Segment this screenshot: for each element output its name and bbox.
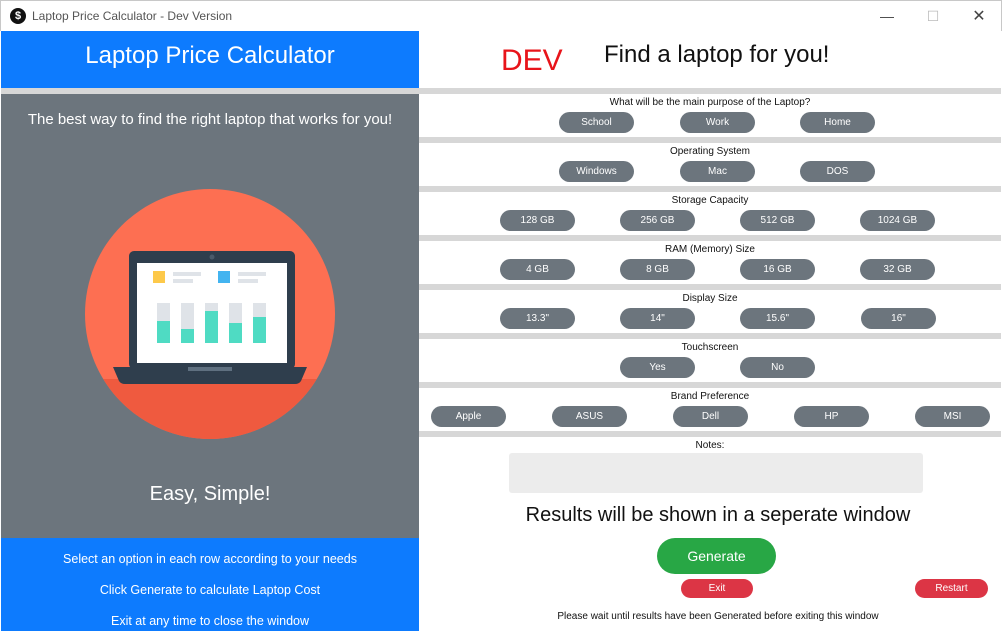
ram-16-button[interactable]: 16 GB [740,259,815,280]
laptop-with-chart-icon [85,189,335,444]
brand-hp-button[interactable]: HP [794,406,869,427]
maximize-button[interactable]: ☐ [910,1,956,31]
brand-apple-button[interactable]: Apple [431,406,506,427]
storage-1024-button[interactable]: 1024 GB [860,210,935,231]
storage-label: Storage Capacity [671,195,749,206]
results-message: Results will be shown in a seperate wind… [525,504,911,526]
minimize-button[interactable]: — [864,1,910,31]
display-label: Display Size [682,293,738,304]
touchscreen-no-button[interactable]: No [740,357,815,378]
divider [419,137,1001,143]
purpose-school-button[interactable]: School [559,112,634,133]
wait-message: Please wait until results have been Gene… [557,611,879,622]
left-panel: Laptop Price Calculator The best way to … [1,31,419,631]
divider [419,382,1001,388]
display-16-button[interactable]: 16" [861,308,936,329]
brand-dell-button[interactable]: Dell [673,406,748,427]
ram-4-button[interactable]: 4 GB [500,259,575,280]
divider [419,88,1001,94]
os-label: Operating System [669,146,751,157]
storage-512-button[interactable]: 512 GB [740,210,815,231]
tagline: The best way to find the right laptop th… [27,111,393,128]
instruction-line: Exit at any time to close the window [110,614,309,628]
app-dollar-icon: $ [10,8,26,24]
divider [419,235,1001,241]
purpose-work-button[interactable]: Work [680,112,755,133]
os-dos-button[interactable]: DOS [800,161,875,182]
brand-msi-button[interactable]: MSI [915,406,990,427]
exit-button[interactable]: Exit [681,579,753,598]
storage-128-button[interactable]: 128 GB [500,210,575,231]
storage-256-button[interactable]: 256 GB [620,210,695,231]
close-button[interactable]: ✕ [956,1,1002,31]
display-14-button[interactable]: 14" [620,308,695,329]
right-panel: DEV Find a laptop for you! What will be … [419,31,1001,631]
divider [419,284,1001,290]
window-title: Laptop Price Calculator - Dev Version [32,9,233,23]
ram-32-button[interactable]: 32 GB [860,259,935,280]
notes-input[interactable] [509,453,923,493]
page-title: Find a laptop for you! [604,41,830,68]
display-13-button[interactable]: 13.3" [500,308,575,329]
instruction-line: Select an option in each row according t… [63,552,357,566]
divider [1,88,419,94]
app-heading: Laptop Price Calculator [1,31,419,88]
brand-label: Brand Preference [670,391,750,402]
os-mac-button[interactable]: Mac [680,161,755,182]
generate-button[interactable]: Generate [657,538,776,574]
purpose-home-button[interactable]: Home [800,112,875,133]
ram-label: RAM (Memory) Size [664,244,755,255]
touchscreen-label: Touchscreen [681,342,739,353]
ram-8-button[interactable]: 8 GB [620,259,695,280]
instruction-line: Click Generate to calculate Laptop Cost [99,583,321,597]
divider [419,333,1001,339]
display-15-button[interactable]: 15.6" [740,308,815,329]
instructions-panel: Select an option in each row according t… [1,538,419,631]
dev-label: DEV [501,44,563,77]
touchscreen-yes-button[interactable]: Yes [620,357,695,378]
brand-asus-button[interactable]: ASUS [552,406,627,427]
slogan: Easy, Simple! [149,483,271,505]
restart-button[interactable]: Restart [915,579,988,598]
os-windows-button[interactable]: Windows [559,161,634,182]
notes-label: Notes: [695,440,725,451]
divider [419,431,1001,437]
purpose-label: What will be the main purpose of the Lap… [609,97,811,108]
title-bar: $ Laptop Price Calculator - Dev Version … [0,0,1002,31]
divider [419,186,1001,192]
